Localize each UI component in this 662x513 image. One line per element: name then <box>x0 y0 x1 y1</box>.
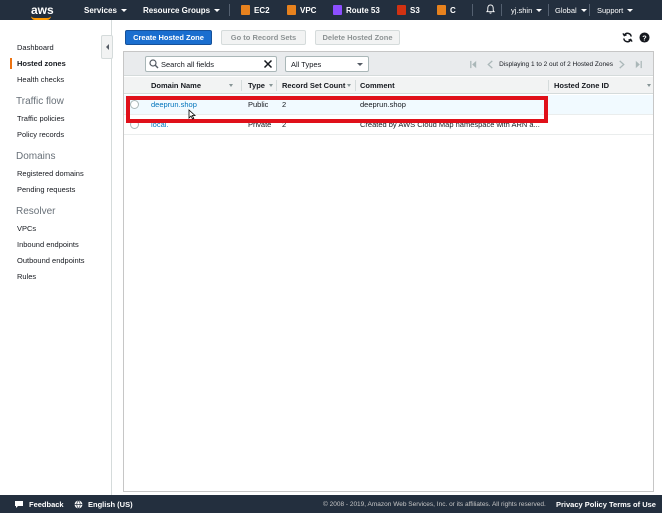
sidebar-heading-resolver: Resolver <box>16 206 56 217</box>
vpc-icon <box>287 5 296 15</box>
shortcut-c[interactable]: C <box>437 0 456 20</box>
sidebar-item-registered-domains[interactable]: Registered domains <box>17 169 84 178</box>
first-page-icon[interactable] <box>469 60 478 69</box>
ec2-icon <box>241 5 250 15</box>
pagination: Displaying 1 to 2 out of 2 Hosted Zones <box>465 52 647 76</box>
sidebar-item-hosted-zones[interactable]: Hosted zones <box>17 59 66 68</box>
previous-page-icon[interactable] <box>486 59 495 69</box>
sidebar-collapse-button[interactable] <box>101 35 113 59</box>
close-icon[interactable] <box>263 59 273 69</box>
shortcut-vpc[interactable]: VPC <box>287 0 316 20</box>
sidebar-item-policy-records[interactable]: Policy records <box>17 130 64 139</box>
shortcut-s3[interactable]: S3 <box>397 0 420 20</box>
sidebar-item-dashboard[interactable]: Dashboard <box>17 43 54 52</box>
chevron-down-icon <box>120 8 127 12</box>
sidebar-item-inbound-endpoints[interactable]: Inbound endpoints <box>17 240 79 249</box>
route53-icon <box>333 5 342 15</box>
s3-icon <box>397 5 406 15</box>
shortcut-route53[interactable]: Route 53 <box>333 0 380 20</box>
column-header-record-set-count[interactable]: Record Set Count <box>282 77 352 94</box>
user-menu[interactable]: yj.shin <box>511 0 543 20</box>
sort-icon <box>229 84 234 87</box>
resource-groups-menu[interactable]: Resource Groups <box>143 0 221 20</box>
last-page-icon[interactable] <box>634 60 643 69</box>
sidebar: Dashboard Hosted zones Health checks Tra… <box>0 20 112 495</box>
chevron-left-icon <box>105 44 109 50</box>
support-menu[interactable]: Support <box>597 0 634 20</box>
table-header: Domain Name Type Record Set Count Commen… <box>124 77 653 94</box>
feedback-button[interactable]: Feedback <box>14 495 64 513</box>
create-hosted-zone-button[interactable]: Create Hosted Zone <box>125 30 212 45</box>
sidebar-item-traffic-policies[interactable]: Traffic policies <box>17 114 65 123</box>
chevron-down-icon <box>580 8 587 12</box>
help-icon[interactable]: ? <box>639 32 650 43</box>
search-box[interactable] <box>145 56 277 72</box>
next-page-icon[interactable] <box>617 59 626 69</box>
chevron-down-icon <box>214 8 221 12</box>
copyright-text: © 2008 - 2019, Amazon Web Services, Inc.… <box>323 500 546 508</box>
main-content: Create Hosted Zone Go to Record Sets Del… <box>113 20 662 495</box>
table-toolbar: All Types Displaying 1 to 2 out of 2 Hos… <box>124 52 653 76</box>
go-to-record-sets-button[interactable]: Go to Record Sets <box>221 30 306 45</box>
region-menu[interactable]: Global <box>555 0 587 20</box>
chevron-down-icon <box>536 8 543 12</box>
chevron-down-icon <box>627 8 634 12</box>
column-header-hosted-zone-id[interactable]: Hosted Zone ID <box>554 77 652 94</box>
top-navigation-bar: aws Services Resource Groups EC2 VPC Rou… <box>0 0 662 20</box>
search-icon <box>149 59 159 69</box>
chevron-down-icon <box>357 63 363 66</box>
globe-icon <box>74 499 83 509</box>
type-filter-select[interactable]: All Types <box>285 56 369 72</box>
sidebar-heading-traffic-flow: Traffic flow <box>16 96 64 107</box>
column-header-comment[interactable]: Comment <box>360 77 395 94</box>
sort-icon <box>268 84 273 87</box>
refresh-icon[interactable] <box>622 32 633 43</box>
sidebar-item-pending-requests[interactable]: Pending requests <box>17 185 75 194</box>
active-indicator <box>10 58 12 69</box>
sidebar-heading-domains: Domains <box>16 151 56 162</box>
privacy-policy-link[interactable]: Privacy Policy <box>556 495 607 513</box>
delete-hosted-zone-button[interactable]: Delete Hosted Zone <box>315 30 400 45</box>
column-header-domain-name[interactable]: Domain Name <box>151 77 234 94</box>
chat-bubble-icon <box>15 500 23 508</box>
sort-icon <box>347 84 352 87</box>
aws-logo[interactable]: aws <box>0 4 54 20</box>
column-header-type[interactable]: Type <box>248 77 273 94</box>
sort-icon <box>647 84 652 87</box>
sidebar-item-vpcs[interactable]: VPCs <box>17 224 36 233</box>
service-icon <box>437 5 446 15</box>
svg-text:?: ? <box>642 33 647 42</box>
sidebar-item-health-checks[interactable]: Health checks <box>17 75 64 84</box>
services-menu[interactable]: Services <box>84 0 127 20</box>
pagination-text: Displaying 1 to 2 out of 2 Hosted Zones <box>499 60 613 68</box>
bell-icon[interactable] <box>486 4 495 14</box>
mouse-cursor-icon <box>188 109 196 120</box>
sidebar-item-rules[interactable]: Rules <box>17 272 36 281</box>
sidebar-item-outbound-endpoints[interactable]: Outbound endpoints <box>17 256 85 265</box>
shortcut-ec2[interactable]: EC2 <box>241 0 270 20</box>
footer: Feedback English (US) © 2008 - 2019, Ama… <box>0 495 662 513</box>
language-selector[interactable]: English (US) <box>74 495 133 513</box>
terms-of-use-link[interactable]: Terms of Use <box>609 495 656 513</box>
search-input[interactable] <box>161 59 261 69</box>
